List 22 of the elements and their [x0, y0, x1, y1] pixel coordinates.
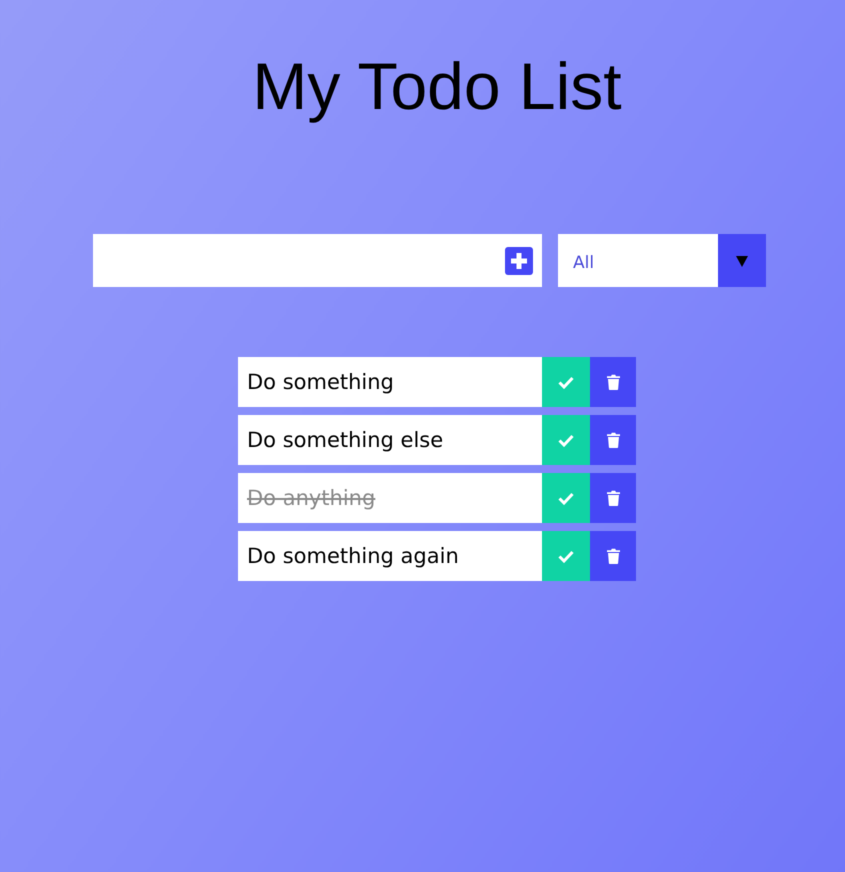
- filter-dropdown[interactable]: All: [558, 234, 766, 287]
- check-icon: [558, 434, 574, 446]
- delete-button[interactable]: [590, 357, 636, 407]
- todo-item-text: Do something: [238, 357, 542, 407]
- todo-input-field[interactable]: [93, 234, 542, 287]
- trash-icon: [606, 548, 620, 564]
- todo-item-text: Do something again: [238, 531, 542, 581]
- check-icon: [558, 550, 574, 562]
- check-icon: [558, 492, 574, 504]
- delete-button[interactable]: [590, 415, 636, 465]
- todo-item-text: Do anything: [238, 473, 542, 523]
- delete-button[interactable]: [590, 473, 636, 523]
- trash-icon: [606, 432, 620, 448]
- caret-icon: [718, 234, 766, 287]
- delete-button[interactable]: [590, 531, 636, 581]
- page-title: My Todo List: [251, 48, 622, 124]
- trash-icon: [606, 490, 620, 506]
- plus-icon: [505, 246, 533, 274]
- add-button[interactable]: [505, 246, 533, 274]
- check-icon: [558, 376, 574, 388]
- todo-item-text: Do something else: [238, 415, 542, 465]
- trash-icon: [606, 374, 620, 390]
